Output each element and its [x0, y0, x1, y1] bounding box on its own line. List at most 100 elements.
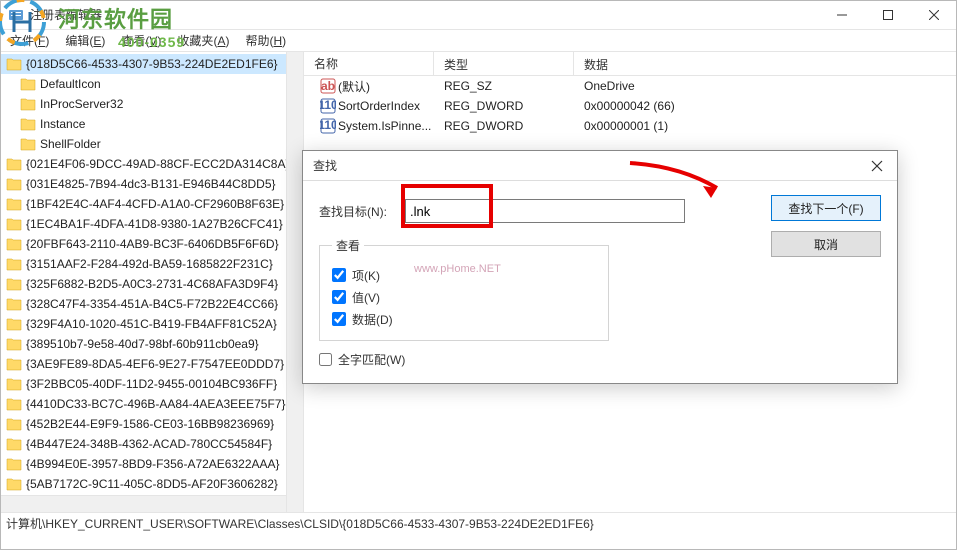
- value-type: REG_SZ: [434, 78, 574, 94]
- minimize-button[interactable]: [819, 0, 865, 29]
- folder-icon: [20, 117, 36, 131]
- find-input[interactable]: [410, 204, 684, 219]
- list-row[interactable]: ab(默认)REG_SZOneDrive: [304, 76, 957, 96]
- folder-icon: [6, 257, 22, 271]
- check-wholeword-box[interactable]: [319, 353, 332, 366]
- tree-label: {329F4A10-1020-451C-B419-FB4AFF81C52A}: [26, 317, 277, 331]
- tree-node[interactable]: {5AB7172C-9C11-405C-8DD5-AF20F3606282}: [0, 474, 303, 494]
- tree-node[interactable]: {1EC4BA1F-4DFA-41D8-9380-1A27B26CFC41}: [0, 214, 303, 234]
- header-type[interactable]: 类型: [434, 52, 574, 75]
- value-data: 0x00000042 (66): [574, 98, 957, 114]
- header-name[interactable]: 名称: [304, 52, 434, 75]
- window-title: 注册表编辑器: [30, 6, 819, 23]
- tree-node[interactable]: {1BF42E4C-4AF4-4CFD-A1A0-CF2960B8F63E}: [0, 194, 303, 214]
- tree-node[interactable]: {4410DC33-BC7C-496B-AA84-4AEA3EEE75F7}: [0, 394, 303, 414]
- list-header: 名称 类型 数据: [304, 52, 957, 76]
- tree-node[interactable]: Instance: [0, 114, 303, 134]
- folder-icon: [6, 457, 22, 471]
- folder-icon: [20, 97, 36, 111]
- tree-label: {4B994E0E-3957-8BD9-F356-A72AE6322AAA}: [26, 457, 280, 471]
- menu-file[interactable]: 文件(F): [4, 30, 55, 51]
- check-values-box[interactable]: [332, 290, 346, 304]
- menu-edit[interactable]: 编辑(E): [59, 30, 111, 51]
- tree-node[interactable]: InProcServer32: [0, 94, 303, 114]
- tree-node[interactable]: {329F4A10-1020-451C-B419-FB4AFF81C52A}: [0, 314, 303, 334]
- find-dialog: 查找 查找目标(N): 查看 项(K) 值(V) 数据(D) 全字匹配(W) 查…: [302, 150, 898, 384]
- tree-label: {4B447E24-348B-4362-ACAD-780CC54584F}: [26, 437, 272, 451]
- cancel-button[interactable]: 取消: [771, 231, 881, 257]
- tree-node[interactable]: {4B994E0E-3957-8BD9-F356-A72AE6322AAA}: [0, 454, 303, 474]
- folder-icon: [6, 197, 22, 211]
- folder-icon: [6, 437, 22, 451]
- tree-node[interactable]: {389510b7-9e58-40d7-98bf-60b911cb0ea9}: [0, 334, 303, 354]
- tree-node[interactable]: {4B447E24-348B-4362-ACAD-780CC54584F}: [0, 434, 303, 454]
- tree-label: {3F2BBC05-40DF-11D2-9455-00104BC936FF}: [26, 377, 277, 391]
- regedit-icon: [8, 7, 24, 23]
- registry-tree[interactable]: {018D5C66-4533-4307-9B53-224DE2ED1FE6} D…: [0, 52, 304, 512]
- tree-node[interactable]: {328C47F4-3354-451A-B4C5-F72B22E4CC66}: [0, 294, 303, 314]
- tree-node[interactable]: {452B2E44-E9F9-1586-CE03-16BB98236969}: [0, 414, 303, 434]
- folder-icon: [20, 137, 36, 151]
- folder-icon: [6, 177, 22, 191]
- tree-node[interactable]: {20FBF643-2110-4AB9-BC3F-6406DB5F6F6D}: [0, 234, 303, 254]
- tree-node-selected[interactable]: {018D5C66-4533-4307-9B53-224DE2ED1FE6}: [0, 54, 303, 74]
- folder-icon: [6, 397, 22, 411]
- folder-icon: [6, 277, 22, 291]
- tree-node[interactable]: DefaultIcon: [0, 74, 303, 94]
- tree-label: ShellFolder: [40, 137, 101, 151]
- reg-binary-icon: 110: [320, 118, 336, 134]
- check-data-box[interactable]: [332, 312, 346, 326]
- tree-node[interactable]: {325F6882-B2D5-A0C3-2731-4C68AFA3D9F4}: [0, 274, 303, 294]
- maximize-button[interactable]: [865, 0, 911, 29]
- tree-scrollbar-horizontal[interactable]: [0, 495, 286, 512]
- menubar: 文件(F) 编辑(E) 查看(V) 收藏夹(A) 帮助(H): [0, 30, 957, 52]
- check-wholeword[interactable]: 全字匹配(W): [319, 351, 881, 368]
- tree-label: {3AE9FE89-8DA5-4EF6-9E27-F7547EE0DDD7}: [26, 357, 284, 371]
- list-row[interactable]: 110System.IsPinne...REG_DWORD0x00000001 …: [304, 116, 957, 136]
- check-keys-box[interactable]: [332, 268, 346, 282]
- reg-string-icon: ab: [320, 78, 336, 94]
- value-name: System.IsPinne...: [338, 119, 431, 133]
- tree-node[interactable]: {031E4825-7B94-4dc3-B131-E946B44C8DD5}: [0, 174, 303, 194]
- list-row[interactable]: 110SortOrderIndexREG_DWORD0x00000042 (66…: [304, 96, 957, 116]
- folder-icon: [6, 417, 22, 431]
- tree-label: {4410DC33-BC7C-496B-AA84-4AEA3EEE75F7}: [26, 397, 286, 411]
- tree-label: {328C47F4-3354-451A-B4C5-F72B22E4CC66}: [26, 297, 278, 311]
- value-type: REG_DWORD: [434, 118, 574, 134]
- tree-node[interactable]: {021E4F06-9DCC-49AD-88CF-ECC2DA314C8A}: [0, 154, 303, 174]
- check-data[interactable]: 数据(D): [332, 308, 596, 330]
- folder-icon: [6, 337, 22, 351]
- folder-icon: [6, 237, 22, 251]
- folder-icon: [6, 217, 22, 231]
- tree-label: {1EC4BA1F-4DFA-41D8-9380-1A27B26CFC41}: [26, 217, 283, 231]
- tree-node[interactable]: {3F2BBC05-40DF-11D2-9455-00104BC936FF}: [0, 374, 303, 394]
- tree-node[interactable]: {3AE9FE89-8DA5-4EF6-9E27-F7547EE0DDD7}: [0, 354, 303, 374]
- status-path: 计算机\HKEY_CURRENT_USER\SOFTWARE\Classes\C…: [6, 515, 594, 532]
- find-next-button[interactable]: 查找下一个(F): [771, 195, 881, 221]
- folder-icon: [6, 57, 22, 71]
- tree-scrollbar-vertical[interactable]: [286, 52, 303, 512]
- tree-label: {5AB7172C-9C11-405C-8DD5-AF20F3606282}: [26, 477, 278, 491]
- value-name: SortOrderIndex: [338, 99, 420, 113]
- check-values[interactable]: 值(V): [332, 286, 596, 308]
- tree-label: InProcServer32: [40, 97, 123, 111]
- reg-binary-icon: 110: [320, 98, 336, 114]
- menu-help[interactable]: 帮助(H): [239, 30, 292, 51]
- value-data: OneDrive: [574, 78, 957, 94]
- dialog-titlebar[interactable]: 查找: [303, 151, 897, 181]
- folder-icon: [20, 77, 36, 91]
- tree-node[interactable]: ShellFolder: [0, 134, 303, 154]
- dialog-close-button[interactable]: [857, 151, 897, 180]
- menu-view[interactable]: 查看(V): [115, 30, 167, 51]
- folder-icon: [6, 157, 22, 171]
- window-titlebar: 注册表编辑器: [0, 0, 957, 30]
- menu-favorites[interactable]: 收藏夹(A): [171, 30, 235, 51]
- header-data[interactable]: 数据: [574, 52, 957, 75]
- check-keys[interactable]: 项(K): [332, 264, 596, 286]
- tree-node[interactable]: {3151AAF2-F284-492d-BA59-1685822F231C}: [0, 254, 303, 274]
- svg-text:110: 110: [320, 98, 336, 112]
- folder-icon: [6, 377, 22, 391]
- close-button[interactable]: [911, 0, 957, 29]
- find-target-label: 查找目标(N):: [319, 203, 405, 220]
- lookat-group: 查看 项(K) 值(V) 数据(D): [319, 237, 609, 341]
